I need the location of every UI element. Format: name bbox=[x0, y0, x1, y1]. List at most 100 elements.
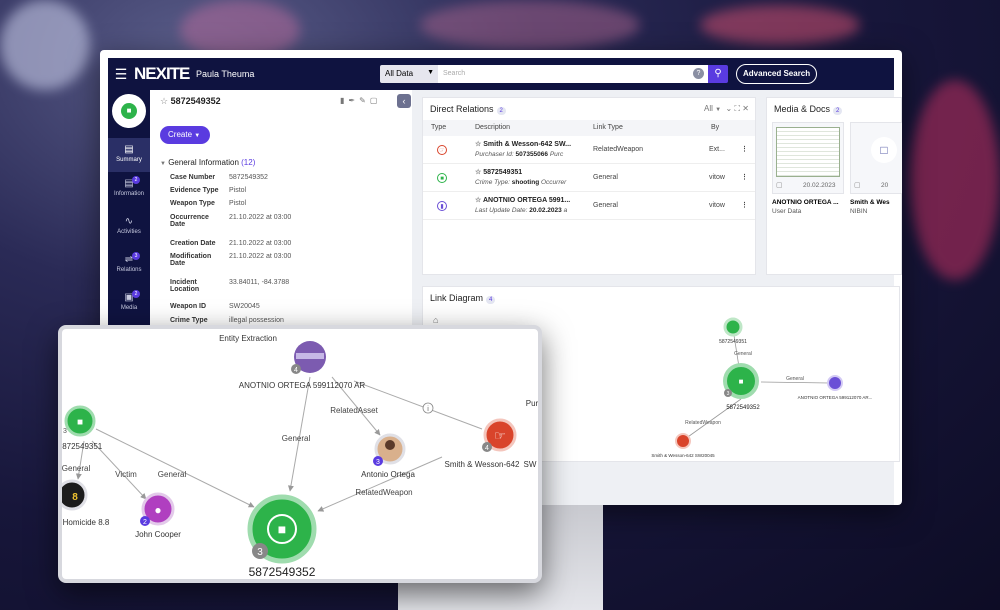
sub-rest: Occurrer bbox=[541, 179, 567, 186]
search-scope-select[interactable]: All Data ▼ bbox=[380, 65, 438, 83]
nav-badge: 2 bbox=[132, 176, 140, 184]
media-source: User Data bbox=[772, 208, 802, 215]
edge-label: Victim bbox=[115, 470, 137, 479]
node-label: 5872549351 bbox=[62, 442, 103, 451]
delete-icon[interactable]: ▢ bbox=[370, 96, 382, 105]
general-information-toggle[interactable]: ▼ General Information (12) bbox=[160, 158, 255, 167]
chevron-down-icon[interactable]: ▼ bbox=[715, 107, 721, 113]
sub-value: shooting bbox=[511, 179, 540, 186]
field-key: Weapon ID bbox=[170, 303, 207, 310]
edge-label: RelatedAsset bbox=[330, 406, 378, 415]
star-icon[interactable]: ☆ bbox=[475, 141, 481, 148]
row-subtitle: Crime Type: shooting Occurrer bbox=[475, 179, 583, 186]
create-label: Create bbox=[168, 130, 193, 139]
background-light bbox=[910, 80, 1000, 280]
nav-badge: 2 bbox=[132, 290, 140, 298]
search-input[interactable]: Search? bbox=[438, 65, 708, 83]
user-name[interactable]: Paula Theuma bbox=[196, 69, 380, 79]
chevron-down-icon: ▼ bbox=[160, 161, 166, 167]
row-title: ☆ 5872549351 bbox=[475, 168, 583, 176]
sidebar-item-relations[interactable]: ⇌ 3 Relations bbox=[108, 252, 150, 273]
field-value: 21.10.2022 at 03:00 bbox=[229, 240, 292, 247]
node-label: 5872549352 bbox=[249, 565, 316, 579]
entity-toolbar: ▮✒✎▢ bbox=[340, 96, 381, 105]
node-label: Homicide 8.8 bbox=[63, 518, 110, 527]
node-weapon-bottom bbox=[675, 433, 691, 449]
share-icon[interactable]: ✒ bbox=[348, 96, 359, 105]
search-icon: ⚲ bbox=[714, 68, 722, 79]
count-badge: 2 bbox=[833, 107, 843, 115]
ball-icon: 8 bbox=[72, 492, 78, 503]
relations-filter[interactable]: All bbox=[704, 104, 713, 113]
column-header: By bbox=[711, 124, 720, 131]
document-stripe bbox=[296, 353, 324, 359]
sidebar-item-label: Media bbox=[120, 305, 138, 311]
document-icon: ■ bbox=[121, 103, 137, 119]
chevron-down-icon: ▼ bbox=[427, 69, 434, 76]
create-button[interactable]: Create ▼ bbox=[160, 126, 210, 144]
more-options-icon[interactable]: ⋮ bbox=[741, 173, 748, 181]
search-button[interactable]: ⚲ bbox=[708, 65, 728, 83]
table-row[interactable]: ▮ ☆ ANOTNIO ORTEGA 5991... Last Update D… bbox=[423, 192, 755, 220]
media-title: Media & Docs bbox=[774, 104, 831, 114]
sidebar-item-information[interactable]: ▤ 2 Information bbox=[108, 176, 150, 197]
sidebar-item-activities[interactable]: ∿ Activities bbox=[108, 216, 150, 235]
row-by: Ext... bbox=[709, 146, 725, 153]
star-icon[interactable]: ☆ bbox=[475, 197, 481, 204]
collapse-icon[interactable]: ⌄ bbox=[726, 104, 733, 113]
media-thumbnail[interactable]: □ ▢ 20 bbox=[850, 122, 902, 194]
field-key: Modification Date bbox=[170, 253, 212, 267]
link-type: General bbox=[593, 174, 618, 181]
background-light bbox=[700, 5, 860, 45]
field-key: Occurrence Date bbox=[170, 214, 209, 228]
panel-title: Direct Relations 2 bbox=[430, 104, 506, 115]
zoomed-graph[interactable]: RelatedAsset General General General Vic… bbox=[62, 329, 538, 579]
collapse-panel-button[interactable]: ‹ bbox=[397, 94, 411, 108]
table-row[interactable]: ■ ☆ 5872549351 Crime Type: shooting Occu… bbox=[423, 164, 755, 192]
edge-label: General bbox=[62, 464, 90, 473]
node-badge-count: 3 bbox=[727, 391, 730, 397]
sub-value: 20.02.2023 bbox=[529, 207, 562, 214]
nav-badge: 3 bbox=[132, 252, 140, 260]
document-icon: ■ bbox=[77, 417, 83, 428]
direct-relations-title: Direct Relations bbox=[430, 104, 494, 114]
help-icon[interactable]: ? bbox=[693, 68, 704, 79]
field-value: 5872549352 bbox=[229, 174, 268, 181]
sidebar-item-media[interactable]: ▣ 2 Media bbox=[108, 290, 150, 311]
edit-icon[interactable]: ✎ bbox=[359, 96, 370, 105]
field-value: 21.10.2022 at 03:00 bbox=[229, 253, 292, 260]
field-key: Crime Type bbox=[170, 317, 208, 324]
edge-label: RelatedWeapon bbox=[685, 420, 721, 426]
advanced-search-button[interactable]: Advanced Search bbox=[736, 64, 818, 84]
expand-icon[interactable]: ⛶ bbox=[734, 104, 740, 113]
field-key: Evidence Type bbox=[170, 187, 219, 194]
sidebar-item-summary[interactable]: ▤ Summary bbox=[108, 138, 150, 172]
panel-toolbar: All ▼ ⌄ ⛶ ✕ bbox=[704, 104, 749, 114]
node-label: ANOTNIO ORTEGA 599112070 AR... bbox=[798, 395, 873, 400]
star-icon[interactable]: ☆ bbox=[160, 96, 168, 106]
background-light bbox=[0, 0, 90, 90]
more-options-icon[interactable]: ⋮ bbox=[741, 201, 748, 209]
node-label: Entity Extraction bbox=[219, 334, 277, 343]
entity-avatar[interactable]: ■ bbox=[112, 94, 146, 128]
activity-icon: ∿ bbox=[124, 216, 134, 227]
node-person-right bbox=[827, 375, 843, 391]
info-icon: ▤ bbox=[124, 178, 134, 189]
close-icon[interactable]: ✕ bbox=[742, 104, 749, 113]
media-thumbnail[interactable]: ▢ 20.02.2023 bbox=[772, 122, 844, 194]
document-icon: □ bbox=[871, 137, 897, 163]
menu-icon[interactable]: ☰ bbox=[108, 66, 134, 83]
link-type: RelatedWeapon bbox=[593, 146, 644, 153]
star-icon[interactable]: ☆ bbox=[475, 169, 481, 176]
table-row[interactable]: ☞ ☆ Smith & Wesson-642 SW... Purchaser I… bbox=[423, 136, 755, 164]
section-title: General Information bbox=[168, 158, 239, 167]
row-subtitle: Purchaser Id: 507355066 Purc bbox=[475, 151, 583, 158]
link-type: General bbox=[593, 202, 618, 209]
person-icon: ● bbox=[154, 503, 161, 517]
edge bbox=[353, 380, 483, 430]
node-label: ANOTNIO ORTEGA 599112070 AR bbox=[239, 381, 366, 390]
sub-rest: Purc bbox=[549, 151, 564, 158]
person-head bbox=[385, 440, 395, 450]
more-options-icon[interactable]: ⋮ bbox=[741, 145, 748, 153]
media-source: NIBIN bbox=[850, 208, 868, 215]
